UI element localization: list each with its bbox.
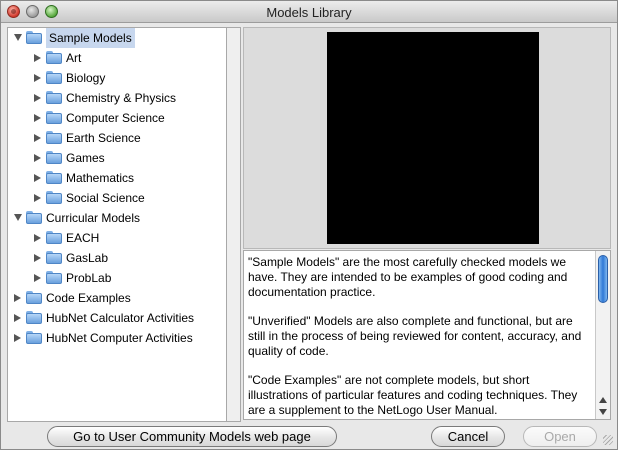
folder-icon bbox=[46, 51, 62, 64]
disclosure-closed-icon[interactable] bbox=[34, 154, 41, 162]
tree-item[interactable]: EACH bbox=[8, 228, 226, 248]
disclosure-closed-icon[interactable] bbox=[34, 74, 41, 82]
disclosure-closed-icon[interactable] bbox=[14, 314, 21, 322]
folder-icon bbox=[26, 31, 42, 44]
tree-item[interactable]: Computer Science bbox=[8, 108, 226, 128]
disclosure-closed-icon[interactable] bbox=[34, 194, 41, 202]
tree-item[interactable]: GasLab bbox=[8, 248, 226, 268]
description-text: "Sample Models" are the most carefully c… bbox=[248, 255, 592, 419]
tree-item[interactable]: Games bbox=[8, 148, 226, 168]
disclosure-closed-icon[interactable] bbox=[34, 134, 41, 142]
description-scrollbar[interactable] bbox=[595, 251, 610, 419]
models-library-window: Models Library Sample Models Art Biology Ch… bbox=[0, 0, 618, 450]
tree-item-label: Social Science bbox=[66, 191, 145, 205]
tree-item[interactable]: Chemistry & Physics bbox=[8, 88, 226, 108]
models-tree[interactable]: Sample Models Art Biology Chemistry & Physi… bbox=[7, 27, 227, 422]
folder-icon bbox=[46, 251, 62, 264]
tree-item[interactable]: Biology bbox=[8, 68, 226, 88]
tree-item[interactable]: Social Science bbox=[8, 188, 226, 208]
folder-icon bbox=[46, 151, 62, 164]
disclosure-open-icon[interactable] bbox=[14, 214, 22, 221]
tree-item-label: ProbLab bbox=[66, 271, 112, 285]
folder-icon bbox=[46, 111, 62, 124]
open-button[interactable]: Open bbox=[523, 426, 597, 447]
tree-item[interactable]: HubNet Computer Activities bbox=[8, 328, 226, 348]
tree-item[interactable]: Sample Models bbox=[8, 28, 226, 48]
tree-item-label: Computer Science bbox=[66, 111, 165, 125]
tree-item-label: Art bbox=[66, 51, 82, 65]
tree-item-label: Code Examples bbox=[46, 291, 131, 305]
tree-item-label: Games bbox=[66, 151, 105, 165]
tree-item-label: Curricular Models bbox=[46, 211, 141, 225]
folder-icon bbox=[46, 231, 62, 244]
scrollbar-thumb[interactable] bbox=[598, 255, 608, 303]
disclosure-closed-icon[interactable] bbox=[14, 334, 21, 342]
disclosure-closed-icon[interactable] bbox=[34, 114, 41, 122]
folder-icon bbox=[46, 131, 62, 144]
title-bar[interactable]: Models Library bbox=[1, 1, 617, 23]
tree-item[interactable]: Earth Science bbox=[8, 128, 226, 148]
tree-item-label: GasLab bbox=[66, 251, 109, 265]
disclosure-open-icon[interactable] bbox=[14, 34, 22, 41]
disclosure-closed-icon[interactable] bbox=[34, 234, 41, 242]
disclosure-closed-icon[interactable] bbox=[34, 54, 41, 62]
tree-item-label: HubNet Computer Activities bbox=[46, 331, 193, 345]
resize-grip-icon[interactable] bbox=[603, 435, 613, 445]
folder-icon bbox=[46, 71, 62, 84]
tree-list: Sample Models Art Biology Chemistry & Physi… bbox=[8, 28, 226, 348]
tree-scrollbar-track[interactable] bbox=[227, 27, 241, 422]
description-paragraph: "Sample Models" are the most carefully c… bbox=[248, 255, 568, 299]
tree-item[interactable]: HubNet Calculator Activities bbox=[8, 308, 226, 328]
tree-item-label: Chemistry & Physics bbox=[66, 91, 177, 105]
folder-icon bbox=[26, 311, 42, 324]
go-to-community-models-button[interactable]: Go to User Community Models web page bbox=[47, 426, 337, 447]
cancel-button[interactable]: Cancel bbox=[431, 426, 505, 447]
scroll-down-icon[interactable] bbox=[599, 409, 607, 415]
disclosure-closed-icon[interactable] bbox=[34, 174, 41, 182]
description-paragraph: "Unverified" Models are also complete an… bbox=[248, 314, 582, 358]
tree-item[interactable]: Code Examples bbox=[8, 288, 226, 308]
description-paragraph: "Code Examples" are not complete models,… bbox=[248, 373, 578, 417]
tree-item[interactable]: Art bbox=[8, 48, 226, 68]
tree-item-label: Biology bbox=[66, 71, 106, 85]
folder-icon bbox=[46, 91, 62, 104]
tree-item-label: Sample Models bbox=[46, 28, 135, 48]
tree-item[interactable]: Mathematics bbox=[8, 168, 226, 188]
model-preview-image bbox=[327, 32, 539, 244]
tree-item-label: HubNet Calculator Activities bbox=[46, 311, 195, 325]
tree-item[interactable]: ProbLab bbox=[8, 268, 226, 288]
folder-icon bbox=[46, 271, 62, 284]
folder-icon bbox=[26, 211, 42, 224]
folder-icon bbox=[46, 171, 62, 184]
tree-item-label: EACH bbox=[66, 231, 100, 245]
tree-item-label: Earth Science bbox=[66, 131, 141, 145]
disclosure-closed-icon[interactable] bbox=[14, 294, 21, 302]
folder-icon bbox=[26, 331, 42, 344]
tree-item-label: Mathematics bbox=[66, 171, 135, 185]
disclosure-closed-icon[interactable] bbox=[34, 274, 41, 282]
window-title: Models Library bbox=[266, 5, 352, 20]
folder-icon bbox=[46, 191, 62, 204]
disclosure-closed-icon[interactable] bbox=[34, 254, 41, 262]
description-pane[interactable]: "Sample Models" are the most carefully c… bbox=[243, 250, 611, 420]
disclosure-closed-icon[interactable] bbox=[34, 94, 41, 102]
scroll-up-icon[interactable] bbox=[599, 397, 607, 403]
tree-item[interactable]: Curricular Models bbox=[8, 208, 226, 228]
folder-icon bbox=[26, 291, 42, 304]
